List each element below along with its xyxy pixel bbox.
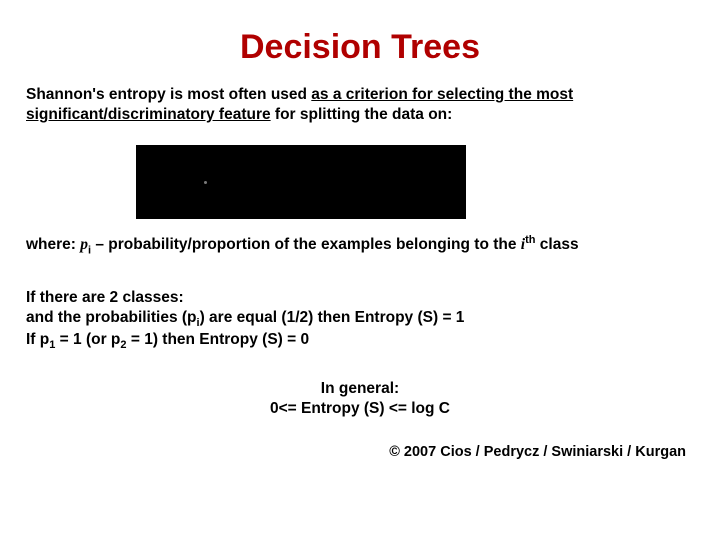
where-ith-th: th: [525, 234, 535, 246]
tc-line3b: = 1 (or p: [55, 331, 120, 348]
intro-underline-2: significant/discriminatory feature: [26, 106, 271, 123]
slide-title: Decision Trees: [0, 0, 720, 85]
formula-dot: [204, 181, 207, 184]
tc-line3c: = 1) then Entropy (S) = 0: [127, 331, 310, 348]
tc-line2b: ) are equal (1/2) then Entropy (S) = 1: [200, 309, 465, 326]
copyright: © 2007 Cios / Pedrycz / Swiniarski / Kur…: [26, 443, 694, 462]
general-l1: In general:: [321, 380, 399, 397]
intro-underline-1: as a criterion for selecting the most: [311, 86, 573, 103]
tc-line1: If there are 2 classes:: [26, 289, 184, 306]
general-block: In general: 0<= Entropy (S) <= log C: [26, 379, 694, 419]
entropy-formula-placeholder: [136, 145, 466, 219]
intro-text: Shannon's entropy is most often used: [26, 86, 311, 103]
where-suffix: class: [536, 236, 579, 253]
where-p: p: [80, 236, 88, 253]
general-l2: 0<= Entropy (S) <= log C: [270, 400, 450, 417]
slide: Decision Trees Shannon's entropy is most…: [0, 0, 720, 540]
where-mid: – probability/proportion of the examples…: [91, 236, 521, 253]
tc-line3a: If p: [26, 331, 49, 348]
where-line: where: pi – probability/proportion of th…: [26, 233, 694, 258]
slide-body: Shannon's entropy is most often used as …: [0, 85, 720, 462]
tc-line2a: and the probabilities (p: [26, 309, 197, 326]
two-class-block: If there are 2 classes: and the probabil…: [26, 288, 694, 353]
where-prefix: where:: [26, 236, 80, 253]
intro-text-2: for splitting the data on:: [271, 106, 453, 123]
intro-paragraph: Shannon's entropy is most often used as …: [26, 85, 694, 125]
